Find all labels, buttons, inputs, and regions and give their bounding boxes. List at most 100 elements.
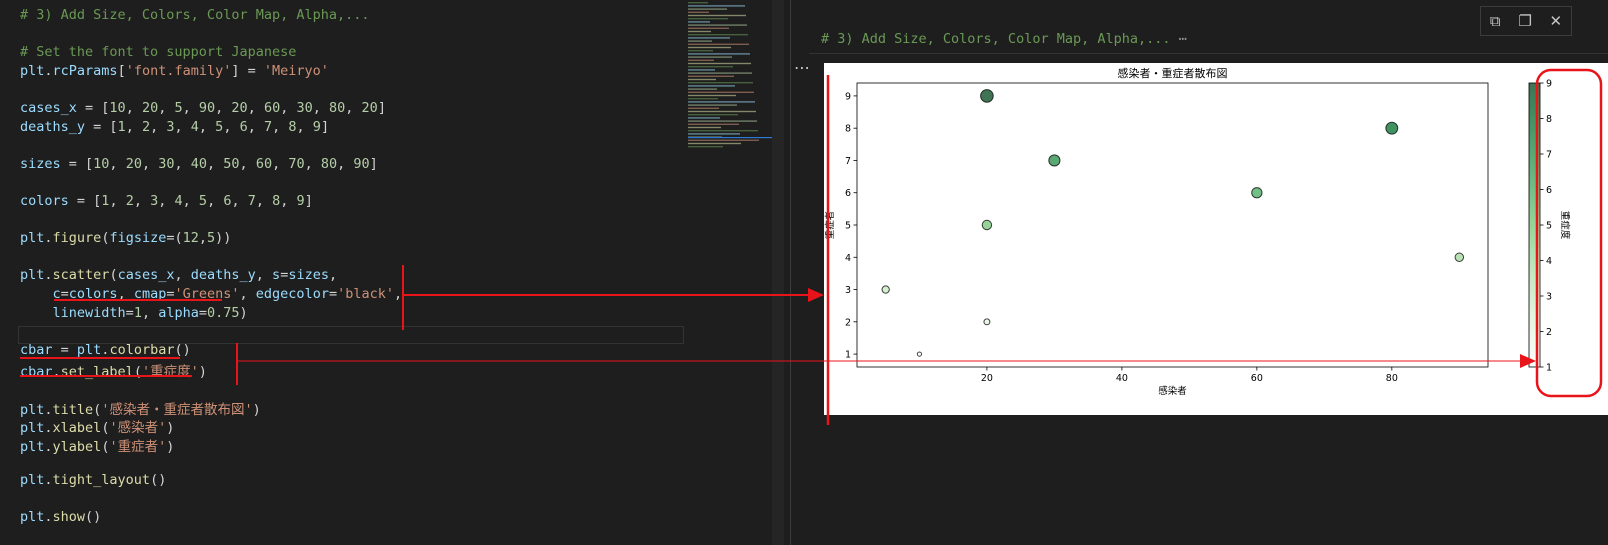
colorbar-tick-label: 1 xyxy=(1546,363,1552,374)
close-icon[interactable]: ✕ xyxy=(1550,12,1563,30)
code-line[interactable]: plt.title('感染者・重症者散布図') xyxy=(20,398,261,418)
code-token: , xyxy=(158,100,175,116)
code-line[interactable]: plt.tight_layout() xyxy=(20,472,166,488)
code-token: 60 xyxy=(255,155,273,172)
code-token: 'font.family' xyxy=(125,62,232,79)
minimap-line xyxy=(688,34,748,36)
code-line[interactable]: plt.show() xyxy=(20,509,101,525)
minimap-line xyxy=(688,110,756,113)
y-tick-label: 8 xyxy=(845,124,851,135)
code-line[interactable]: cbar = plt.colorbar() xyxy=(20,342,191,358)
y-tick-label: 9 xyxy=(845,91,851,102)
code-token: ] xyxy=(320,118,330,135)
output-panel: ⧉ ❐ ✕ # 3) Add Size, Colors, Color Map, … xyxy=(791,0,1608,545)
y-tick-label: 1 xyxy=(845,350,851,361)
code-token: , xyxy=(337,155,354,172)
output-toolbar: ⧉ ❐ ✕ xyxy=(1480,6,1572,36)
code-token: , xyxy=(182,100,199,116)
code-token: , xyxy=(117,286,134,302)
code-line[interactable]: plt.scatter(cases_x, deaths_y, s=sizes, xyxy=(20,267,337,283)
code-token: sizes xyxy=(20,155,61,172)
code-token: 'Meiryo' xyxy=(263,62,329,79)
code-token: 10 xyxy=(109,100,126,116)
code-token: plt xyxy=(20,267,45,284)
code-line[interactable]: cases_x = [10, 20, 5, 90, 20, 60, 30, 80… xyxy=(20,100,386,116)
code-line[interactable]: plt.xlabel('感染者') xyxy=(20,416,174,436)
scrollbar-track[interactable] xyxy=(772,0,784,545)
minimap-line xyxy=(688,2,708,4)
code-token: , xyxy=(304,155,321,172)
code-token: , xyxy=(207,155,224,172)
scatter-point xyxy=(981,219,993,231)
code-token: ] xyxy=(377,100,386,116)
colorbar-tick-label: 4 xyxy=(1546,256,1552,267)
colorbar-tick-label: 8 xyxy=(1546,114,1552,125)
code-line[interactable]: sizes = [10, 20, 30, 40, 50, 60, 70, 80,… xyxy=(20,156,378,172)
code-token: plt xyxy=(20,420,45,437)
code-token: rcParams xyxy=(52,62,118,79)
code-token: '感染者' xyxy=(109,420,167,437)
code-token: plt xyxy=(20,438,45,455)
code-token: plt xyxy=(20,509,45,526)
copy-icon[interactable]: ⧉ xyxy=(1490,12,1501,30)
code-token: 1 xyxy=(133,304,142,321)
cell-header[interactable]: # 3) Add Size, Colors, Color Map, Alpha,… xyxy=(821,31,1187,47)
code-token: 90 xyxy=(353,155,370,172)
paste-icon[interactable]: ❐ xyxy=(1518,12,1531,30)
code-token: 12 xyxy=(182,230,199,247)
code-token: ] xyxy=(369,155,378,172)
colorbar-tick-label: 5 xyxy=(1546,221,1552,232)
code-token: cbar xyxy=(20,341,53,358)
minimap-line xyxy=(688,40,712,42)
code-token: , xyxy=(207,193,224,209)
code-token: . xyxy=(44,230,53,247)
code-line[interactable]: c=colors, cmap='Greens', edgecolor='blac… xyxy=(20,286,403,302)
code-line[interactable]: # 3) Add Size, Colors, Color Map, Alpha,… xyxy=(20,7,370,23)
minimap[interactable] xyxy=(688,0,780,160)
code-line[interactable]: cbar.set_label('重症度') xyxy=(20,360,207,380)
scatter-point xyxy=(916,351,923,357)
code-line[interactable]: linewidth=1, alpha=0.75) xyxy=(20,305,248,321)
code-line[interactable]: plt.rcParams['font.family'] = 'Meiryo' xyxy=(20,63,329,79)
code-line[interactable]: deaths_y = [1, 2, 3, 4, 5, 6, 7, 8, 9] xyxy=(20,119,329,135)
minimap-line xyxy=(688,59,714,61)
code-token: , xyxy=(141,155,159,172)
code-token: ( xyxy=(133,364,142,381)
more-icon[interactable]: ⋯ xyxy=(794,58,810,77)
code-token: 'Greens' xyxy=(174,286,240,302)
minimap-line xyxy=(688,78,716,81)
code-token: = [ xyxy=(60,155,94,172)
minimap-line xyxy=(688,69,715,71)
code-token: = xyxy=(125,304,134,321)
code-editor[interactable]: # 3) Add Size, Colors, Color Map, Alpha,… xyxy=(0,0,690,545)
code-token: plt xyxy=(20,401,45,418)
code-token: =( xyxy=(166,230,183,247)
minimap-line xyxy=(688,146,723,148)
code-token: linewidth xyxy=(52,304,126,321)
code-line[interactable]: plt.figure(figsize=(12,5)) xyxy=(20,230,231,246)
code-token: 5 xyxy=(174,100,183,116)
code-token: tight_layout xyxy=(52,472,151,488)
y-tick-label: 4 xyxy=(845,253,851,264)
code-line[interactable]: # Set the font to support Japanese xyxy=(20,44,296,60)
code-token: alpha xyxy=(158,304,199,321)
code-token: set_label xyxy=(60,364,134,381)
minimap-line xyxy=(688,30,711,33)
code-line[interactable]: plt.ylabel('重症者') xyxy=(20,435,174,455)
code-token: , xyxy=(239,155,256,172)
code-token: colorbar xyxy=(109,341,175,358)
code-token: c xyxy=(52,286,61,302)
code-token: , xyxy=(255,267,273,284)
scatter-point xyxy=(1454,252,1465,262)
code-token: ] = xyxy=(231,62,264,79)
minimap-line xyxy=(688,101,755,103)
code-token: 10 xyxy=(93,155,110,172)
code-token: scatter xyxy=(52,267,110,284)
minimap-line xyxy=(688,24,747,26)
code-token: , xyxy=(133,193,151,209)
ellipsis-icon[interactable]: ⋯ xyxy=(1179,31,1187,47)
code-token: , xyxy=(158,193,175,209)
cell-header-text: # 3) Add Size, Colors, Color Map, Alpha,… xyxy=(821,31,1171,47)
code-line[interactable]: colors = [1, 2, 3, 4, 5, 6, 7, 8, 9] xyxy=(20,193,313,209)
minimap-line xyxy=(688,27,729,29)
